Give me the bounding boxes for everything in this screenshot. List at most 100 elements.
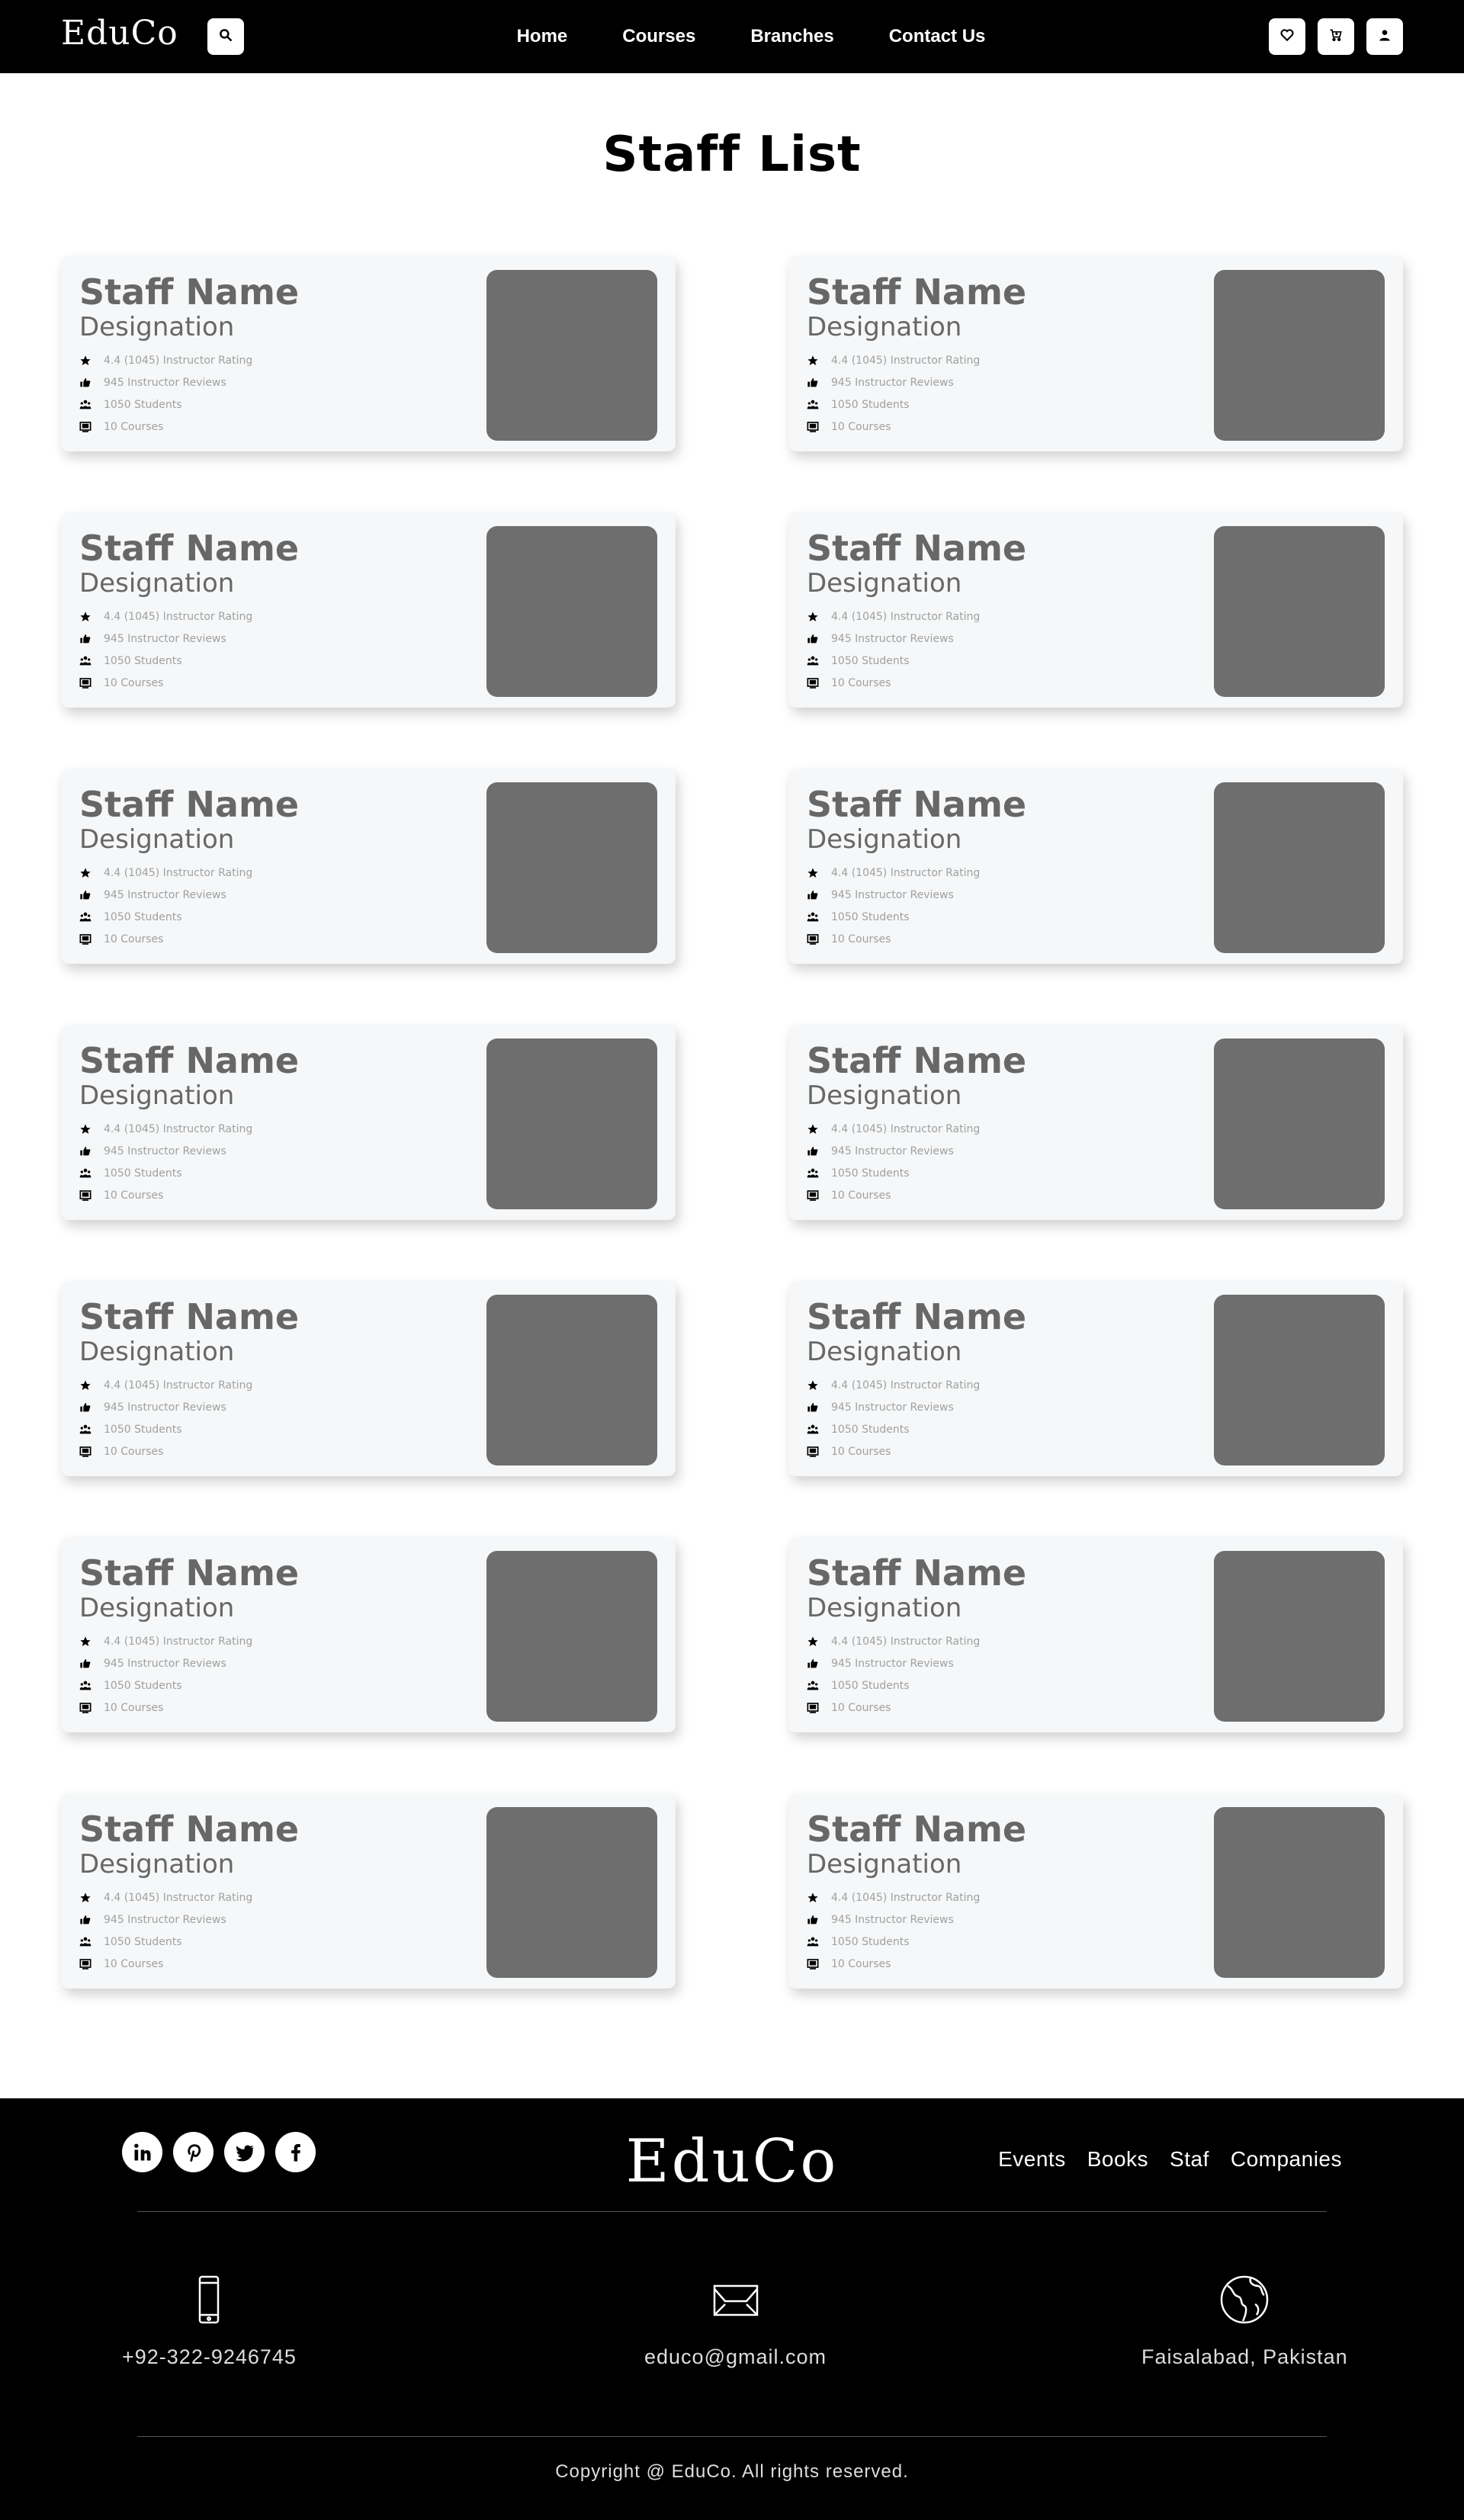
staff-card[interactable]: Staff Name Designation 4.4 (1045) Instru…: [61, 1281, 676, 1476]
page-title: Staff List: [602, 127, 862, 183]
contact-phone: +92-322-9246745: [122, 2272, 297, 2369]
students-icon: [79, 399, 92, 411]
staff-photo: [486, 1807, 657, 1978]
stat-reviews-text: 945 Instructor Reviews: [104, 1657, 226, 1670]
staff-card[interactable]: Staff Name Designation 4.4 (1045) Instru…: [61, 1025, 676, 1220]
staff-photo: [486, 1551, 657, 1722]
review-icon: [79, 1145, 92, 1157]
staff-photo: [1214, 782, 1385, 953]
staff-card[interactable]: Staff Name Designation 4.4 (1045) Instru…: [788, 512, 1403, 708]
stat-rating-text: 4.4 (1045) Instructor Rating: [831, 866, 981, 879]
cart-icon: [1328, 27, 1344, 46]
star-icon: [79, 1892, 92, 1904]
stat-rating-text: 4.4 (1045) Instructor Rating: [104, 354, 253, 367]
star-icon: [79, 355, 92, 367]
stat-rating-text: 4.4 (1045) Instructor Rating: [831, 354, 981, 367]
staff-photo: [1214, 1551, 1385, 1722]
staff-card[interactable]: Staff Name Designation 4.4 (1045) Instru…: [61, 769, 676, 964]
account-button[interactable]: [1366, 18, 1403, 55]
staff-card[interactable]: Staff Name Designation 4.4 (1045) Instru…: [788, 769, 1403, 964]
stat-students-text: 1050 Students: [831, 910, 910, 923]
staff-card[interactable]: Staff Name Designation 4.4 (1045) Instru…: [788, 1537, 1403, 1732]
students-icon: [807, 1936, 819, 1948]
staff-card[interactable]: Staff Name Designation 4.4 (1045) Instru…: [788, 1281, 1403, 1476]
review-icon: [79, 1914, 92, 1926]
courses-icon: [807, 677, 819, 689]
star-icon: [79, 1123, 92, 1135]
stat-reviews-text: 945 Instructor Reviews: [104, 1144, 226, 1157]
wishlist-button[interactable]: [1269, 18, 1305, 55]
footer-link-events[interactable]: Events: [998, 2147, 1066, 2172]
stat-courses-text: 10 Courses: [104, 1445, 164, 1458]
staff-card[interactable]: Staff Name Designation 4.4 (1045) Instru…: [788, 1025, 1403, 1220]
footer-link-companies[interactable]: Companies: [1231, 2147, 1342, 2172]
staff-photo: [1214, 1038, 1385, 1209]
students-icon: [79, 1936, 92, 1948]
stat-reviews-text: 945 Instructor Reviews: [831, 1913, 954, 1926]
courses-icon: [79, 933, 92, 945]
review-icon: [807, 633, 819, 645]
review-icon: [807, 1914, 819, 1926]
stat-reviews-text: 945 Instructor Reviews: [104, 888, 226, 901]
courses-icon: [79, 1446, 92, 1458]
heart-icon: [1279, 27, 1295, 46]
staff-card[interactable]: Staff Name Designation 4.4 (1045) Instru…: [61, 256, 676, 451]
stat-rating-text: 4.4 (1045) Instructor Rating: [104, 1122, 253, 1135]
courses-icon: [807, 421, 819, 433]
courses-icon: [807, 1702, 819, 1714]
students-icon: [807, 655, 819, 667]
star-icon: [79, 1636, 92, 1648]
courses-icon: [79, 1958, 92, 1970]
stat-students-text: 1050 Students: [831, 1423, 910, 1436]
stat-students-text: 1050 Students: [831, 1679, 910, 1692]
nav-courses[interactable]: Courses: [622, 26, 695, 47]
star-icon: [807, 355, 819, 367]
staff-photo: [1214, 1807, 1385, 1978]
stat-reviews-text: 945 Instructor Reviews: [831, 1144, 954, 1157]
footer-link-books[interactable]: Books: [1087, 2147, 1148, 2172]
staff-card[interactable]: Staff Name Designation 4.4 (1045) Instru…: [788, 1793, 1403, 1989]
stat-reviews-text: 945 Instructor Reviews: [831, 888, 954, 901]
courses-icon: [807, 1189, 819, 1202]
nav-home[interactable]: Home: [517, 26, 568, 47]
footer-divider-bottom: [137, 2436, 1327, 2437]
courses-icon: [79, 1189, 92, 1202]
search-icon: [218, 27, 233, 46]
site-logo[interactable]: EduCo: [61, 14, 178, 53]
staff-card[interactable]: Staff Name Designation 4.4 (1045) Instru…: [61, 512, 676, 708]
cart-button[interactable]: [1318, 18, 1354, 55]
stat-reviews-text: 945 Instructor Reviews: [831, 632, 954, 645]
contact-email: educo@gmail.com: [644, 2272, 827, 2369]
stat-reviews-text: 945 Instructor Reviews: [831, 376, 954, 389]
staff-card[interactable]: Staff Name Designation 4.4 (1045) Instru…: [61, 1793, 676, 1989]
staff-card[interactable]: Staff Name Designation 4.4 (1045) Instru…: [61, 1537, 676, 1732]
globe-icon: [1141, 2272, 1348, 2330]
stat-courses-text: 10 Courses: [831, 1957, 891, 1970]
stat-rating-text: 4.4 (1045) Instructor Rating: [104, 1635, 253, 1648]
stat-students-text: 1050 Students: [831, 1935, 910, 1948]
staff-card[interactable]: Staff Name Designation 4.4 (1045) Instru…: [788, 256, 1403, 451]
contact-email-text[interactable]: educo@gmail.com: [644, 2345, 827, 2369]
contact-phone-text[interactable]: +92-322-9246745: [122, 2345, 297, 2369]
star-icon: [79, 611, 92, 623]
stat-students-text: 1050 Students: [831, 654, 910, 667]
stat-courses-text: 10 Courses: [104, 676, 164, 689]
review-icon: [807, 1145, 819, 1157]
stat-rating-text: 4.4 (1045) Instructor Rating: [831, 1122, 981, 1135]
star-icon: [807, 1379, 819, 1392]
contact-location: Faisalabad, Pakistan: [1141, 2272, 1348, 2369]
review-icon: [79, 1658, 92, 1670]
nav-contact-us[interactable]: Contact Us: [889, 26, 986, 47]
students-icon: [807, 1680, 819, 1692]
footer-link-staf[interactable]: Staf: [1170, 2147, 1209, 2172]
stat-rating-text: 4.4 (1045) Instructor Rating: [831, 610, 981, 623]
search-button[interactable]: [207, 18, 244, 55]
students-icon: [807, 1424, 819, 1436]
stat-rating-text: 4.4 (1045) Instructor Rating: [104, 1379, 253, 1392]
courses-icon: [807, 1958, 819, 1970]
stat-courses-text: 10 Courses: [831, 1701, 891, 1714]
stat-reviews-text: 945 Instructor Reviews: [831, 1401, 954, 1414]
review-icon: [79, 633, 92, 645]
courses-icon: [79, 677, 92, 689]
nav-branches[interactable]: Branches: [750, 26, 833, 47]
